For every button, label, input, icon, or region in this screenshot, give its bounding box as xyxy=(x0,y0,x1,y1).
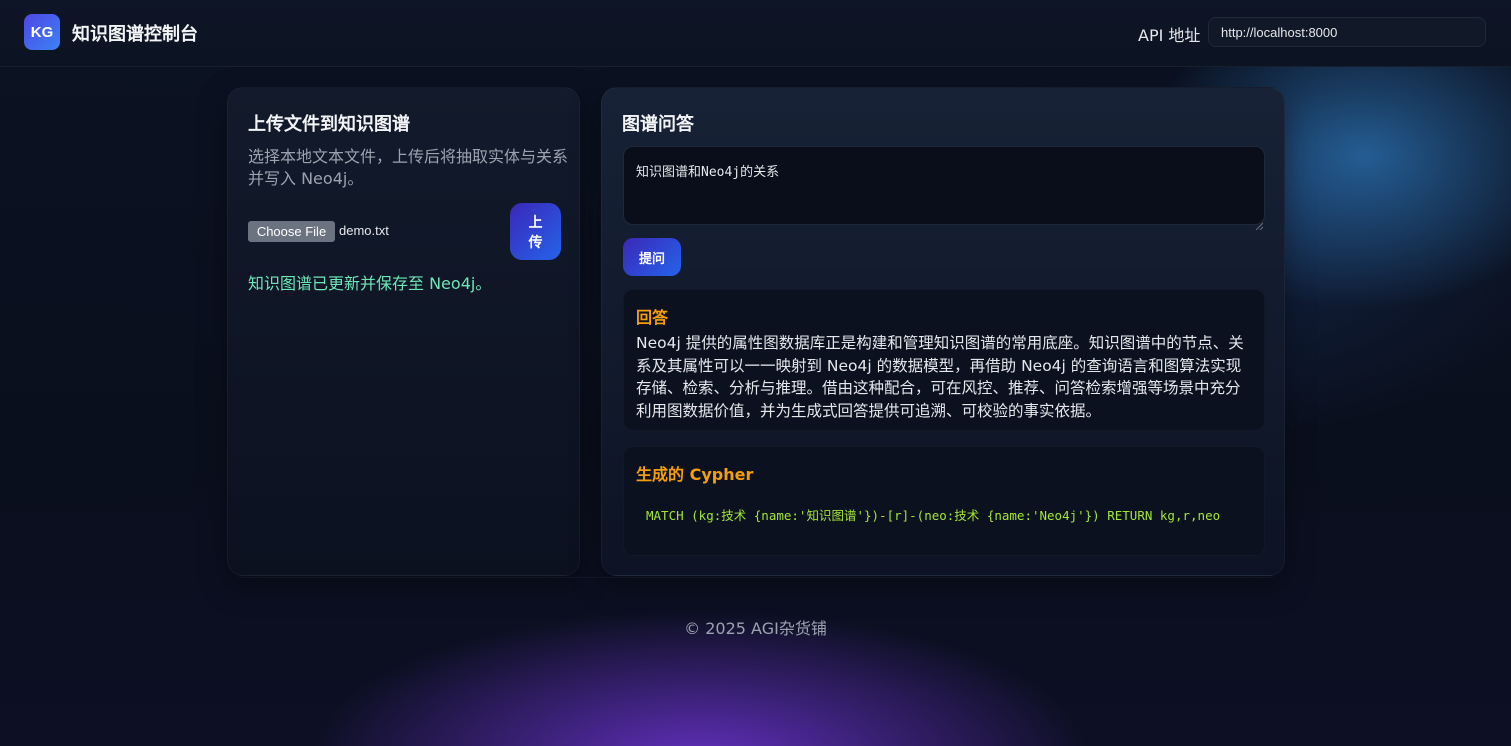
qa-card: 图谱问答 知识图谱和Neo4j的关系 提问 回答 Neo4j 提供的属性图数据库… xyxy=(601,87,1285,576)
app-logo: KG xyxy=(24,14,60,50)
answer-panel: 回答 Neo4j 提供的属性图数据库正是构建和管理知识图谱的常用底座。知识图谱中… xyxy=(623,289,1265,431)
upload-card: 上传文件到知识图谱 选择本地文本文件，上传后将抽取实体与关系并写入 Neo4j。… xyxy=(227,87,580,576)
qa-card-title: 图谱问答 xyxy=(622,114,694,135)
footer-copyright: © 2025 AGI杂货铺 xyxy=(684,619,827,638)
textarea-resize-grip[interactable] xyxy=(1255,215,1264,231)
choose-file-button[interactable]: Choose File xyxy=(248,221,335,242)
footer-divider xyxy=(237,577,1275,578)
ask-button[interactable]: 提问 xyxy=(623,238,681,276)
cypher-code: MATCH (kg:技术 {name:'知识图谱'})-[r]-(neo:技术 … xyxy=(646,508,1221,523)
answer-text: Neo4j 提供的属性图数据库正是构建和管理知识图谱的常用底座。知识图谱中的节点… xyxy=(636,334,1244,420)
upload-status-message: 知识图谱已更新并保存至 Neo4j。 xyxy=(248,274,492,293)
upload-button-label: 上传 xyxy=(528,213,543,250)
cypher-panel: 生成的 Cypher MATCH (kg:技术 {name:'知识图谱'})-[… xyxy=(623,446,1265,556)
selected-file-name: demo.txt xyxy=(339,223,389,238)
api-url-input[interactable] xyxy=(1208,17,1486,47)
app-title: 知识图谱控制台 xyxy=(72,24,198,45)
upload-card-title: 上传文件到知识图谱 xyxy=(248,114,410,135)
cypher-title: 生成的 Cypher xyxy=(636,465,754,484)
api-url-label: API 地址 xyxy=(1138,26,1201,45)
upload-description: 选择本地文本文件，上传后将抽取实体与关系并写入 Neo4j。 xyxy=(248,147,569,188)
top-header: KG 知识图谱控制台 API 地址 xyxy=(0,0,1511,67)
upload-button[interactable]: 上传 xyxy=(510,203,561,260)
answer-title: 回答 xyxy=(636,308,669,327)
question-textarea[interactable]: 知识图谱和Neo4j的关系 xyxy=(623,146,1265,225)
